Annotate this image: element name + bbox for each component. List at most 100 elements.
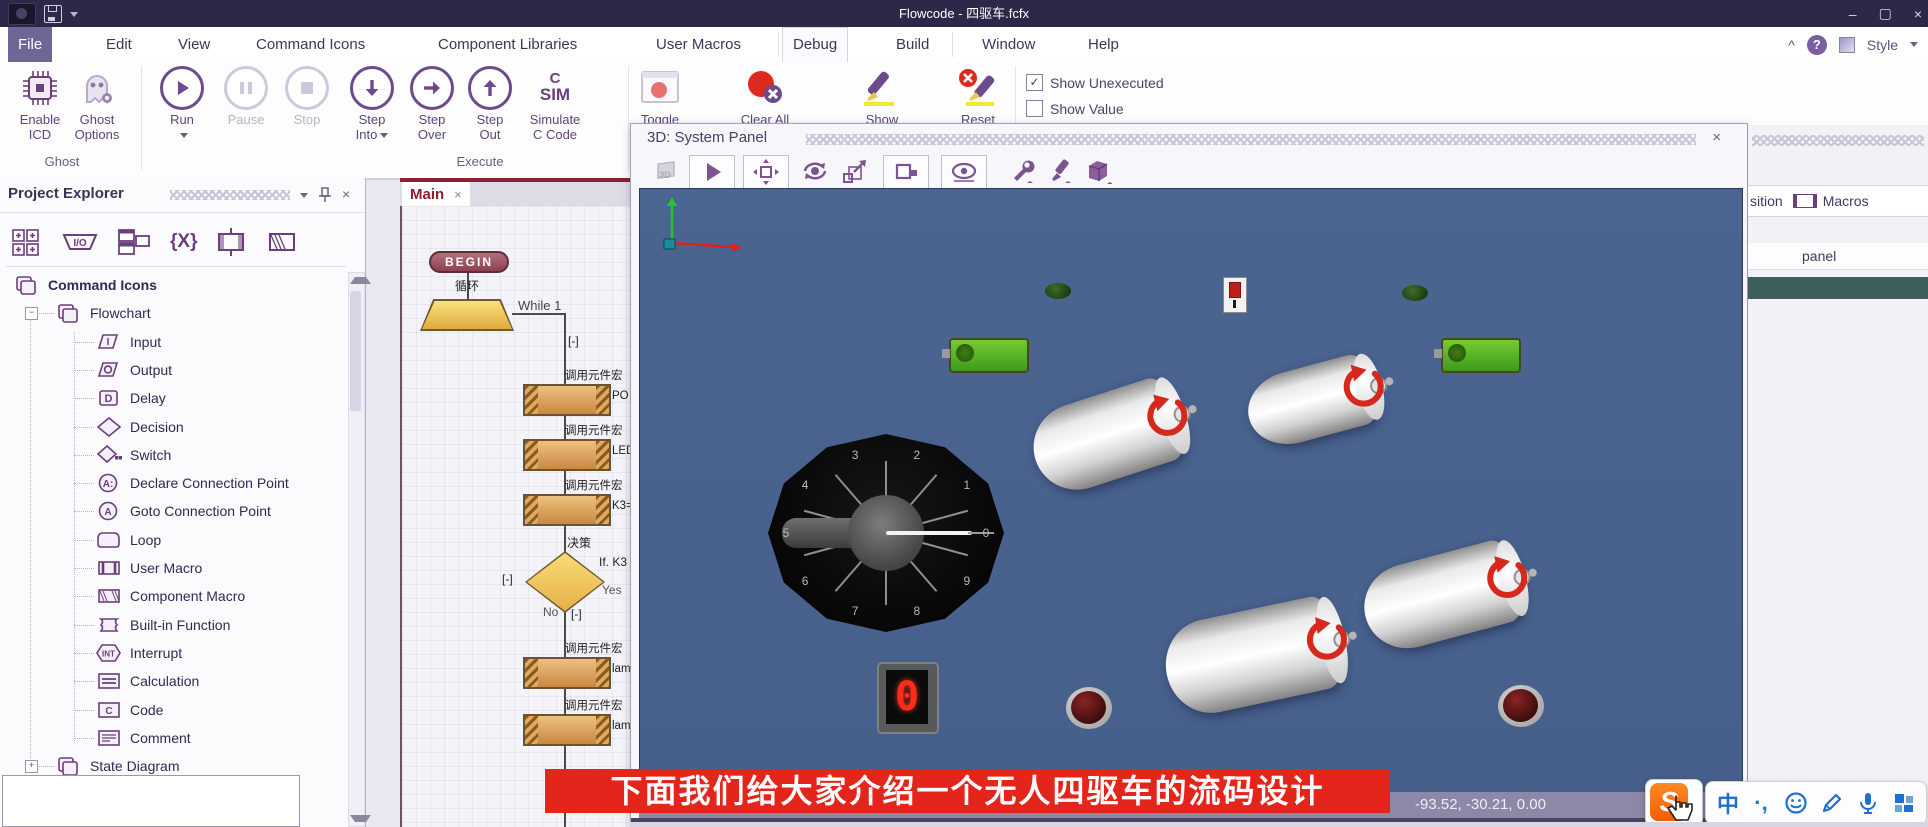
tree-item-interrupt[interactable]: INTInterrupt <box>96 642 182 664</box>
flow-begin[interactable]: BEGIN <box>429 251 509 273</box>
red-knob-component[interactable] <box>1498 685 1544 727</box>
flow-component-macro[interactable] <box>523 494 611 526</box>
tree-item-flowchart[interactable]: Flowchart <box>56 302 151 324</box>
tree-item-code[interactable]: CCode <box>96 699 163 721</box>
flow-component-macro[interactable] <box>523 384 611 416</box>
ime-punctuation-button[interactable]: ·, <box>1746 782 1776 824</box>
dc-motor-component[interactable] <box>1355 536 1529 658</box>
flow-component-macro[interactable] <box>523 439 611 471</box>
checkbox-box[interactable] <box>1026 100 1043 117</box>
3d-tool-3d-view[interactable]: 3D <box>644 155 688 187</box>
pin-icon[interactable] <box>318 187 332 203</box>
menu-item-edit[interactable]: Edit <box>96 27 142 62</box>
tree-item-switch[interactable]: Switch <box>96 444 171 466</box>
scroll-down-icon[interactable] <box>350 815 371 822</box>
ime-microphone-icon[interactable] <box>1852 782 1884 824</box>
ribbon-button-ghost-options[interactable]: GhostOptions <box>64 66 130 142</box>
component-macro-icon[interactable] <box>265 228 299 256</box>
ribbon-collapse-button[interactable]: ^ <box>1788 37 1795 53</box>
maximize-button[interactable]: ▢ <box>1879 5 1892 22</box>
dropdown-caret-icon[interactable] <box>180 133 188 138</box>
tree-item-state-diagram[interactable]: State Diagram <box>56 755 179 777</box>
style-button[interactable]: Style <box>1867 37 1898 53</box>
red-knob-component[interactable] <box>1066 687 1112 729</box>
minimize-button[interactable]: – <box>1849 6 1857 22</box>
panel-menu-caret-icon[interactable] <box>300 193 308 198</box>
windows-icon[interactable] <box>116 227 154 257</box>
tree-item-loop[interactable]: Loop <box>96 529 161 551</box>
macro-icon[interactable] <box>213 228 249 256</box>
tree-item-output[interactable]: Output <box>96 359 172 381</box>
flow-component-macro[interactable] <box>523 657 611 689</box>
3d-tool-resize[interactable] <box>833 155 877 187</box>
tree-toggle-collapse[interactable]: − <box>25 307 38 320</box>
tree-item-goto-connection-point[interactable]: AGoto Connection Point <box>96 500 271 522</box>
tree-scrollbar[interactable] <box>348 272 365 827</box>
green-indicator[interactable] <box>1402 285 1428 301</box>
ribbon-button-step-over[interactable]: StepOver <box>399 66 465 142</box>
ribbon-button-step-into[interactable]: StepInto <box>339 66 405 142</box>
dropdown-caret-icon[interactable] <box>380 133 388 138</box>
menu-item-help[interactable]: Help <box>1078 27 1129 62</box>
tree-item-command-icons[interactable]: Command Icons <box>14 274 157 296</box>
3d-tool-pan[interactable] <box>743 155 789 189</box>
3d-tool-frame[interactable] <box>883 155 929 189</box>
ime-grid-icon[interactable] <box>1888 782 1920 824</box>
3d-panel-drag-handle[interactable] <box>806 134 1696 145</box>
3d-panel-close-icon[interactable]: × <box>1712 129 1721 146</box>
dock-drag-handle[interactable] <box>1752 135 1924 146</box>
close-button[interactable]: × <box>1914 6 1922 22</box>
tree-item-input[interactable]: IInput <box>96 331 161 353</box>
led-bar-component[interactable] <box>1441 338 1521 373</box>
ribbon-button-stop[interactable]: Stop <box>274 66 340 127</box>
ribbon-button-run[interactable]: Run <box>149 66 215 142</box>
3d-tool-solid-cube[interactable] <box>1075 155 1119 187</box>
grid-add-icon[interactable] <box>10 227 44 257</box>
tree-item-decision[interactable]: Decision <box>96 416 184 438</box>
checkbox-show-unexecuted[interactable]: ✓ Show Unexecuted <box>1026 74 1164 91</box>
3d-tool-cursor-run[interactable] <box>689 155 735 189</box>
help-icon[interactable]: ? <box>1807 35 1827 55</box>
dock-header-position[interactable]: sition <box>1750 193 1783 209</box>
dc-motor-component[interactable] <box>1022 373 1191 501</box>
tree-item-calculation[interactable]: Calculation <box>96 670 199 692</box>
3d-tool-visibility[interactable] <box>941 155 987 189</box>
scroll-up-icon[interactable] <box>350 277 371 284</box>
3d-viewport[interactable]: 01234567890 <box>639 188 1743 794</box>
menu-item-window[interactable]: Window <box>972 27 1045 62</box>
dc-motor-component[interactable] <box>1240 350 1384 453</box>
io-icon[interactable]: I/O <box>60 229 100 255</box>
dock-item-panel[interactable]: panel <box>1748 243 1928 270</box>
menu-item-debug[interactable]: Debug <box>782 27 848 64</box>
menu-item-file[interactable]: File <box>8 27 52 62</box>
tree-item-comment[interactable]: Comment <box>96 727 191 749</box>
dc-motor-component[interactable] <box>1157 593 1348 721</box>
tree-item-user-macro[interactable]: User Macro <box>96 557 202 579</box>
flow-loop-block[interactable] <box>420 299 514 331</box>
menu-item-view[interactable]: View <box>168 27 220 62</box>
menu-item-user-macros[interactable]: User Macros <box>646 27 751 62</box>
ribbon-button-pause[interactable]: Pause <box>213 66 279 127</box>
menu-item-command-icons[interactable]: Command Icons <box>246 27 375 62</box>
toggle-switch-component[interactable] <box>1223 277 1247 313</box>
ime-pencil-icon[interactable] <box>1816 782 1848 824</box>
style-caret-icon[interactable] <box>1910 42 1918 47</box>
flow-decision[interactable] <box>525 551 605 613</box>
menu-item-build[interactable]: Build <box>886 27 939 62</box>
ime-smiley-icon[interactable] <box>1780 782 1812 824</box>
ribbon-button-simulate-c-code[interactable]: CSIMSimulateC Code <box>513 66 597 142</box>
tab-main[interactable]: Main × <box>402 182 470 206</box>
panel-drag-handle[interactable] <box>170 190 290 200</box>
menu-item-component-libraries[interactable]: Component Libraries <box>428 27 587 62</box>
3d-tool-rotate[interactable] <box>793 155 837 187</box>
checkbox-box[interactable]: ✓ <box>1026 74 1043 91</box>
tree-item-declare-connection-point[interactable]: A:Declare Connection Point <box>96 472 289 494</box>
tree-toggle-expand[interactable]: + <box>25 760 38 773</box>
seven-segment-display[interactable]: 0 <box>877 662 939 734</box>
tree-item-delay[interactable]: DDelay <box>96 387 166 409</box>
tab-close-icon[interactable]: × <box>454 187 462 202</box>
green-indicator[interactable] <box>1045 283 1071 299</box>
scrollbar-thumb[interactable] <box>350 291 361 411</box>
tree-item-built-in-function[interactable]: Built-in Function <box>96 614 230 636</box>
tree-item-component-macro[interactable]: Component Macro <box>96 585 245 607</box>
